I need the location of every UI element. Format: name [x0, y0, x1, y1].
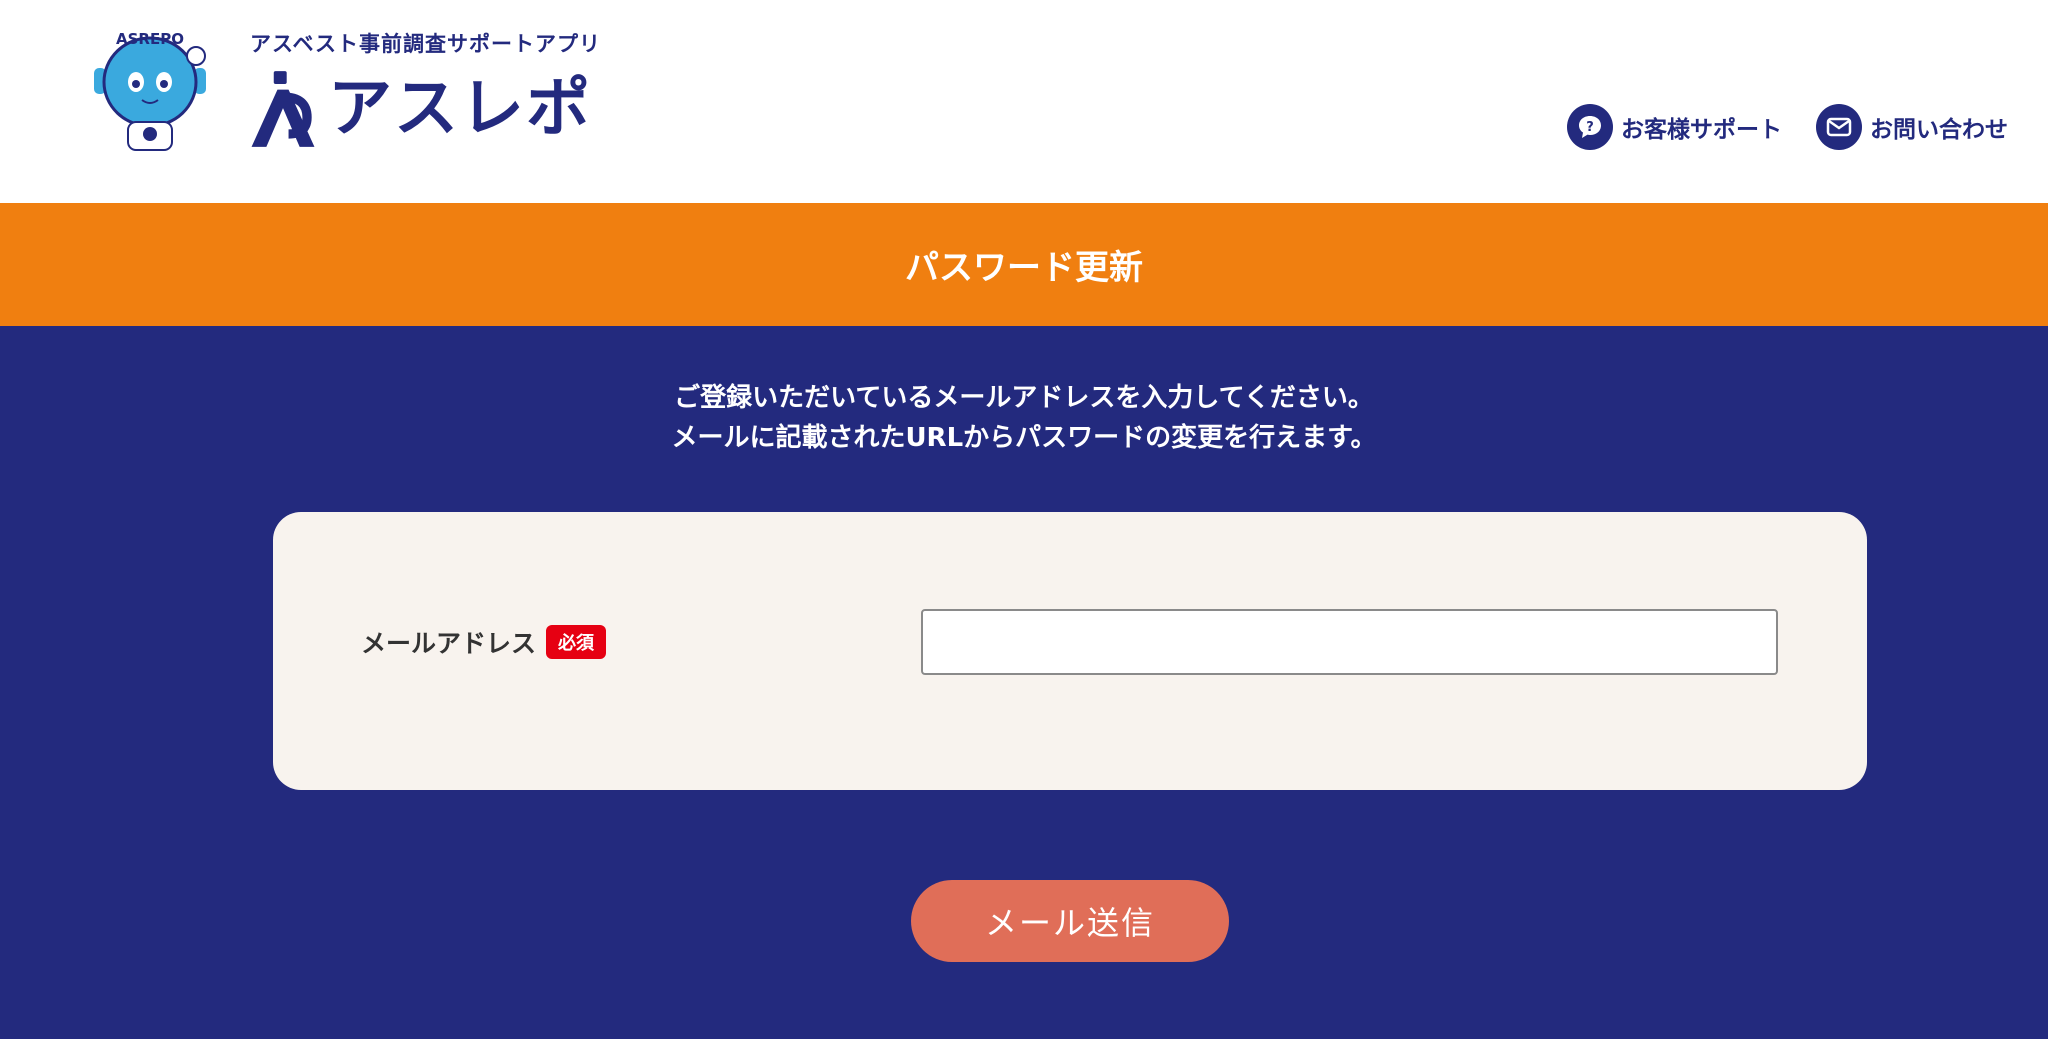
nav-customer-support[interactable]: ? お客様サポート: [1567, 104, 1782, 150]
nav-customer-support-label: お客様サポート: [1621, 117, 1782, 143]
email-field-label: メールアドレス 必須: [361, 624, 607, 660]
app-tagline: アスベスト事前調査サポートアプリ: [250, 32, 601, 56]
header-nav: ? お客様サポート お問い合わせ: [1533, 104, 2008, 150]
page-title: パスワード更新: [905, 248, 1143, 288]
nav-contact-label: お問い合わせ: [1870, 117, 2008, 143]
page-title-bar: パスワード更新: [0, 203, 2048, 326]
logo-a-mark-icon: [251, 71, 315, 147]
nav-contact[interactable]: お問い合わせ: [1816, 104, 2008, 150]
intro-line-1: ご登録いただいているメールアドレスを入力してください。: [674, 383, 1374, 413]
email-label-text: メールアドレス: [361, 629, 537, 658]
intro-text: ご登録いただいているメールアドレスを入力してください。 メールに記載されたURL…: [0, 378, 2048, 458]
site-header: ASREPO アスベスト事前調査サポートアプリ アスレポ ? お客様サポート お…: [0, 0, 2048, 203]
svg-text:?: ?: [1586, 120, 1594, 135]
mascot-badge-text: ASREPO: [116, 30, 184, 48]
mascot-logo: ASREPO: [94, 30, 206, 151]
app-logo[interactable]: アスレポ: [246, 66, 592, 152]
email-input[interactable]: [921, 609, 1778, 675]
intro-line-2: メールに記載されたURLからパスワードの変更を行えます。: [671, 423, 1377, 453]
logo-text: アスレポ: [328, 72, 592, 146]
required-badge: 必須: [546, 625, 607, 659]
send-email-button[interactable]: メール送信: [911, 880, 1229, 962]
form-card: メールアドレス 必須: [273, 512, 1867, 790]
support-chat-icon: ?: [1567, 104, 1613, 150]
mail-icon: [1816, 104, 1862, 150]
